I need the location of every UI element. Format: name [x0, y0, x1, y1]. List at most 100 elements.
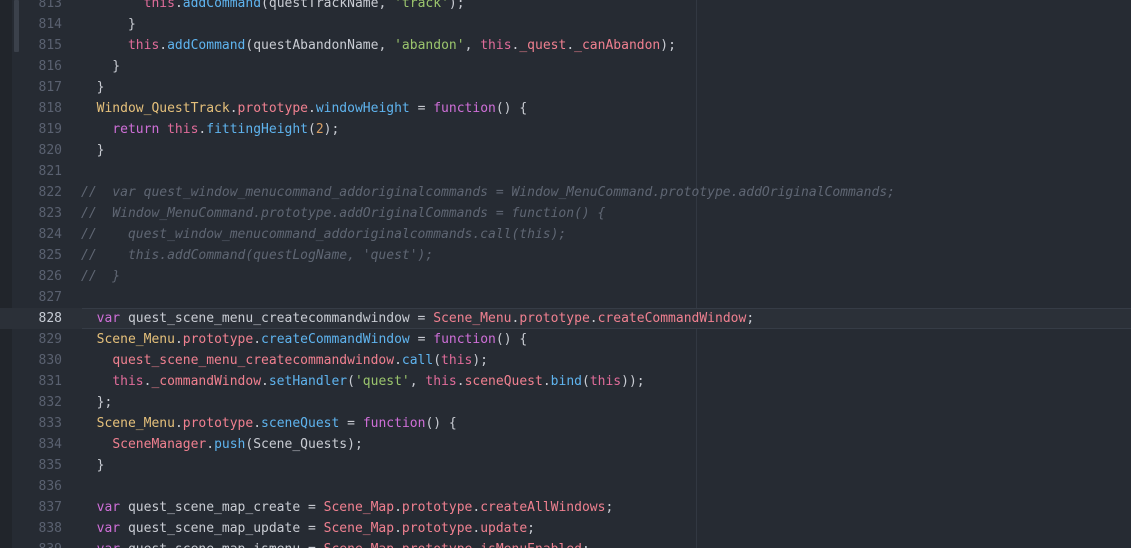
code-line[interactable]: 821 [0, 161, 1131, 182]
code-text[interactable]: Scene_Menu.prototype.createCommandWindow… [81, 329, 528, 350]
code-text[interactable]: Window_QuestTrack.prototype.windowHeight… [81, 98, 528, 119]
code-token: } [96, 143, 105, 158]
code-line[interactable]: 838 var quest_scene_map_update = Scene_M… [0, 518, 1131, 539]
code-token: quest_scene_map_update = [120, 521, 324, 536]
code-editor[interactable]: 813 this.addCommand(questTrackName, 'tra… [0, 0, 1131, 548]
code-token: () { [495, 101, 528, 116]
code-line[interactable]: 829 Scene_Menu.prototype.createCommandWi… [0, 329, 1131, 350]
code-token: () { [425, 416, 457, 431]
code-token: call [401, 353, 434, 368]
code-text[interactable]: this._commandWindow.setHandler('quest', … [81, 371, 644, 392]
code-token: windowHeight [315, 101, 410, 116]
code-token: this [441, 353, 473, 368]
code-token: createCommandWindow [597, 311, 747, 326]
code-token: quest_scene_map_ismenu = [120, 542, 324, 548]
code-token: 'abandon' [394, 38, 465, 53]
code-token: this [425, 374, 457, 389]
code-token: prototype [237, 101, 308, 116]
code-text[interactable]: var quest_scene_map_update = Scene_Map.p… [81, 518, 535, 539]
code-text[interactable]: } [81, 14, 136, 35]
line-number: 825 [38, 248, 62, 263]
code-token: setHandler [268, 374, 348, 389]
code-token: addCommand [182, 0, 262, 11]
code-line[interactable]: 815 this.addCommand(questAbandonName, 'a… [0, 35, 1131, 56]
code-text[interactable]: // this.addCommand(questLogName, 'quest'… [81, 245, 433, 266]
code-text[interactable]: quest_scene_menu_createcommandwindow.cal… [81, 350, 488, 371]
code-token: . [174, 0, 183, 11]
code-token: . [394, 542, 402, 548]
code-line[interactable]: 825 // this.addCommand(questLogName, 'que… [0, 245, 1131, 266]
code-text[interactable]: } [81, 77, 105, 98]
code-line[interactable]: 816 } [0, 56, 1131, 77]
code-line[interactable]: 834 SceneManager.push(Scene_Quests); [0, 434, 1131, 455]
code-text[interactable]: var quest_scene_map_ismenu = Scene_Map.p… [81, 539, 590, 548]
code-line[interactable]: 819 return this.fittingHeight(2); [0, 119, 1131, 140]
code-token: _commandWindow [151, 374, 262, 389]
code-text[interactable]: SceneManager.push(Scene_Quests); [81, 434, 362, 455]
code-token: Window_QuestTrack [96, 101, 230, 116]
code-text[interactable]: } [81, 56, 120, 77]
code-line[interactable]: 837 var quest_scene_map_create = Scene_M… [0, 497, 1131, 518]
code-token: Scene_Map [323, 521, 395, 536]
code-token: (questAbandonName, [245, 38, 395, 53]
code-text[interactable]: var quest_scene_menu_createcommandwindow… [81, 308, 755, 329]
code-line[interactable]: 813 this.addCommand(questTrackName, 'tra… [0, 0, 1131, 14]
code-line[interactable]: 831 this._commandWindow.setHandler('ques… [0, 371, 1131, 392]
code-lines[interactable]: 813 this.addCommand(questTrackName, 'tra… [0, 0, 1131, 548]
code-line[interactable]: 828 var quest_scene_menu_createcommandwi… [0, 308, 1131, 329]
code-text[interactable]: // quest_window_menucommand_addoriginalc… [81, 224, 566, 245]
line-number: 826 [38, 269, 62, 284]
code-text[interactable]: } [81, 455, 105, 476]
line-number: 835 [38, 458, 62, 473]
code-token: this [480, 38, 512, 53]
code-token: . [174, 416, 183, 431]
code-token: ); [660, 38, 676, 53]
code-text[interactable]: // } [81, 266, 120, 287]
code-line[interactable]: 826 // } [0, 266, 1131, 287]
code-text[interactable]: // var quest_window_menucommand_addorigi… [81, 182, 895, 203]
code-token: . [229, 101, 238, 116]
code-text[interactable]: return this.fittingHeight(2); [81, 119, 339, 140]
code-line[interactable]: 827 [0, 287, 1131, 308]
code-token: Scene_Map [323, 500, 395, 515]
code-line[interactable]: 822 // var quest_window_menucommand_addor… [0, 182, 1131, 203]
code-text[interactable]: } [81, 140, 105, 161]
line-number: 821 [38, 164, 62, 179]
code-token: quest_scene_menu_createcommandwindow [112, 353, 395, 368]
code-line[interactable]: 814 } [0, 14, 1131, 35]
code-token: (questTrackName, [261, 0, 395, 11]
code-line[interactable]: 818 Window_QuestTrack.prototype.windowHe… [0, 98, 1131, 119]
code-line[interactable]: 820 } [0, 140, 1131, 161]
code-text[interactable]: var quest_scene_map_create = Scene_Map.p… [81, 497, 614, 518]
line-number: 837 [38, 500, 62, 515]
code-line[interactable]: 830 quest_scene_menu_createcommandwindow… [0, 350, 1131, 371]
code-line[interactable]: 839 var quest_scene_map_ismenu = Scene_M… [0, 539, 1131, 548]
code-line[interactable]: 832 }; [0, 392, 1131, 413]
code-token: . [566, 38, 575, 53]
code-text[interactable]: this.addCommand(questAbandonName, 'aband… [81, 35, 676, 56]
code-token: prototype [401, 500, 473, 515]
code-text[interactable]: // Window_MenuCommand.prototype.addOrigi… [81, 203, 605, 224]
code-line[interactable]: 836 [0, 476, 1131, 497]
code-token: ; [582, 542, 590, 548]
code-token: ( [433, 353, 442, 368]
line-number: 832 [38, 395, 62, 410]
code-token: . [261, 374, 269, 389]
code-token: return [112, 122, 160, 137]
code-line[interactable]: 823 // Window_MenuCommand.prototype.addOr… [0, 203, 1131, 224]
code-token: var [96, 521, 121, 536]
code-line[interactable]: 817 } [0, 77, 1131, 98]
code-token: }; [96, 395, 113, 410]
code-text[interactable]: Scene_Menu.prototype.sceneQuest = functi… [81, 413, 457, 434]
line-number: 833 [38, 416, 62, 431]
code-line[interactable]: 835 } [0, 455, 1131, 476]
code-token: ); [448, 0, 465, 11]
line-number: 815 [38, 38, 62, 53]
code-token: , [409, 374, 426, 389]
code-text[interactable]: this.addCommand(questTrackName, 'track')… [81, 0, 465, 14]
code-line[interactable]: 833 Scene_Menu.prototype.sceneQuest = fu… [0, 413, 1131, 434]
code-line[interactable]: 824 // quest_window_menucommand_addorigin… [0, 224, 1131, 245]
code-text[interactable]: }; [81, 392, 113, 413]
line-number: 814 [38, 17, 62, 32]
